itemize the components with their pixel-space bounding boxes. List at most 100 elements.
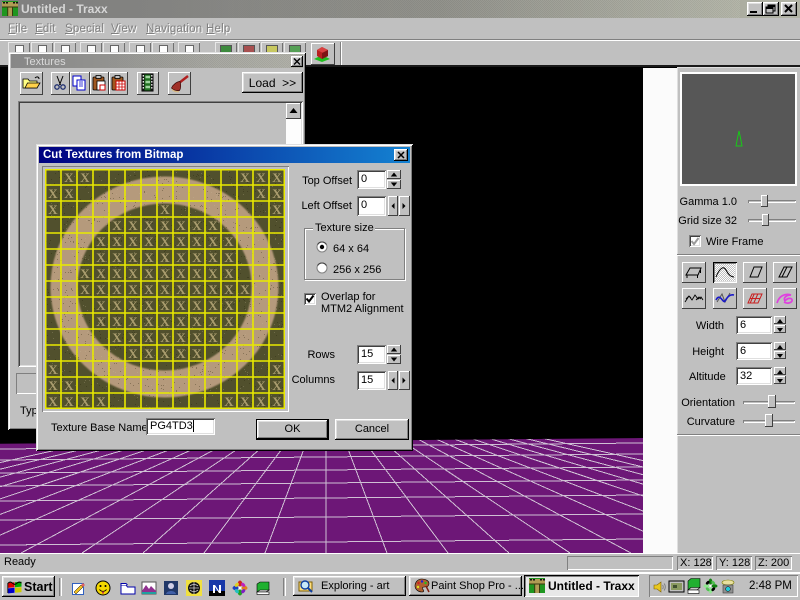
svg-text:X: X <box>176 266 186 281</box>
svg-text:X: X <box>192 234 202 249</box>
svg-text:X: X <box>128 346 138 361</box>
svg-text:X: X <box>112 314 122 329</box>
svg-text:X: X <box>176 298 186 313</box>
svg-text:X: X <box>208 234 218 249</box>
svg-text:X: X <box>224 298 234 313</box>
svg-text:X: X <box>224 266 234 281</box>
svg-text:X: X <box>144 314 154 329</box>
svg-text:X: X <box>96 250 106 265</box>
svg-text:X: X <box>128 250 138 265</box>
svg-text:X: X <box>144 266 154 281</box>
svg-text:X: X <box>144 282 154 297</box>
svg-text:X: X <box>112 218 122 233</box>
svg-text:X: X <box>176 346 186 361</box>
svg-text:X: X <box>48 362 58 377</box>
svg-text:X: X <box>160 250 170 265</box>
svg-text:X: X <box>112 298 122 313</box>
svg-text:X: X <box>160 314 170 329</box>
svg-text:X: X <box>112 266 122 281</box>
svg-text:X: X <box>128 234 138 249</box>
svg-text:X: X <box>112 250 122 265</box>
svg-text:X: X <box>240 394 250 409</box>
svg-text:X: X <box>144 250 154 265</box>
svg-text:X: X <box>96 394 106 409</box>
svg-text:X: X <box>176 234 186 249</box>
svg-text:X: X <box>96 298 106 313</box>
svg-text:X: X <box>208 266 218 281</box>
svg-text:X: X <box>272 170 282 185</box>
svg-text:X: X <box>64 186 74 201</box>
svg-text:X: X <box>192 266 202 281</box>
svg-text:X: X <box>96 266 106 281</box>
svg-text:X: X <box>208 314 218 329</box>
svg-text:X: X <box>272 202 282 217</box>
svg-text:X: X <box>192 250 202 265</box>
svg-text:X: X <box>240 170 250 185</box>
svg-text:X: X <box>256 394 266 409</box>
svg-text:X: X <box>176 314 186 329</box>
svg-text:X: X <box>224 314 234 329</box>
svg-text:X: X <box>64 394 74 409</box>
svg-text:X: X <box>208 298 218 313</box>
svg-text:X: X <box>144 234 154 249</box>
svg-text:X: X <box>112 234 122 249</box>
svg-text:X: X <box>176 330 186 345</box>
svg-text:X: X <box>208 282 218 297</box>
svg-text:X: X <box>160 218 170 233</box>
svg-text:X: X <box>96 282 106 297</box>
svg-text:X: X <box>208 330 218 345</box>
svg-text:X: X <box>144 330 154 345</box>
svg-text:X: X <box>48 394 58 409</box>
svg-text:X: X <box>160 346 170 361</box>
svg-text:X: X <box>256 378 266 393</box>
svg-text:X: X <box>192 330 202 345</box>
svg-text:X: X <box>112 282 122 297</box>
svg-text:X: X <box>64 170 74 185</box>
svg-text:X: X <box>144 298 154 313</box>
svg-text:X: X <box>160 266 170 281</box>
svg-text:X: X <box>144 346 154 361</box>
svg-text:X: X <box>80 394 90 409</box>
svg-text:X: X <box>160 298 170 313</box>
svg-text:X: X <box>272 378 282 393</box>
svg-text:X: X <box>176 282 186 297</box>
svg-text:X: X <box>272 394 282 409</box>
svg-text:X: X <box>256 170 266 185</box>
svg-text:X: X <box>80 266 90 281</box>
svg-text:X: X <box>256 186 266 201</box>
svg-text:X: X <box>128 266 138 281</box>
svg-text:X: X <box>128 282 138 297</box>
svg-text:X: X <box>224 250 234 265</box>
svg-text:X: X <box>192 314 202 329</box>
svg-text:X: X <box>192 218 202 233</box>
svg-text:X: X <box>240 282 250 297</box>
svg-text:X: X <box>208 250 218 265</box>
svg-text:X: X <box>128 330 138 345</box>
svg-text:X: X <box>96 234 106 249</box>
svg-text:X: X <box>80 170 90 185</box>
svg-text:X: X <box>112 330 122 345</box>
svg-text:X: X <box>224 282 234 297</box>
svg-text:X: X <box>96 314 106 329</box>
svg-text:X: X <box>160 202 170 217</box>
svg-text:X: X <box>192 282 202 297</box>
svg-text:X: X <box>80 282 90 297</box>
svg-text:X: X <box>160 282 170 297</box>
svg-text:X: X <box>176 250 186 265</box>
svg-text:X: X <box>160 234 170 249</box>
svg-text:X: X <box>208 218 218 233</box>
svg-text:X: X <box>160 330 170 345</box>
svg-text:X: X <box>48 202 58 217</box>
svg-text:X: X <box>144 218 154 233</box>
svg-text:X: X <box>192 346 202 361</box>
svg-text:X: X <box>272 186 282 201</box>
svg-text:X: X <box>48 186 58 201</box>
svg-text:X: X <box>128 298 138 313</box>
svg-text:X: X <box>128 314 138 329</box>
svg-text:X: X <box>176 218 186 233</box>
svg-text:X: X <box>272 362 282 377</box>
svg-text:X: X <box>224 394 234 409</box>
svg-text:X: X <box>192 298 202 313</box>
svg-text:X: X <box>64 378 74 393</box>
svg-text:X: X <box>128 218 138 233</box>
